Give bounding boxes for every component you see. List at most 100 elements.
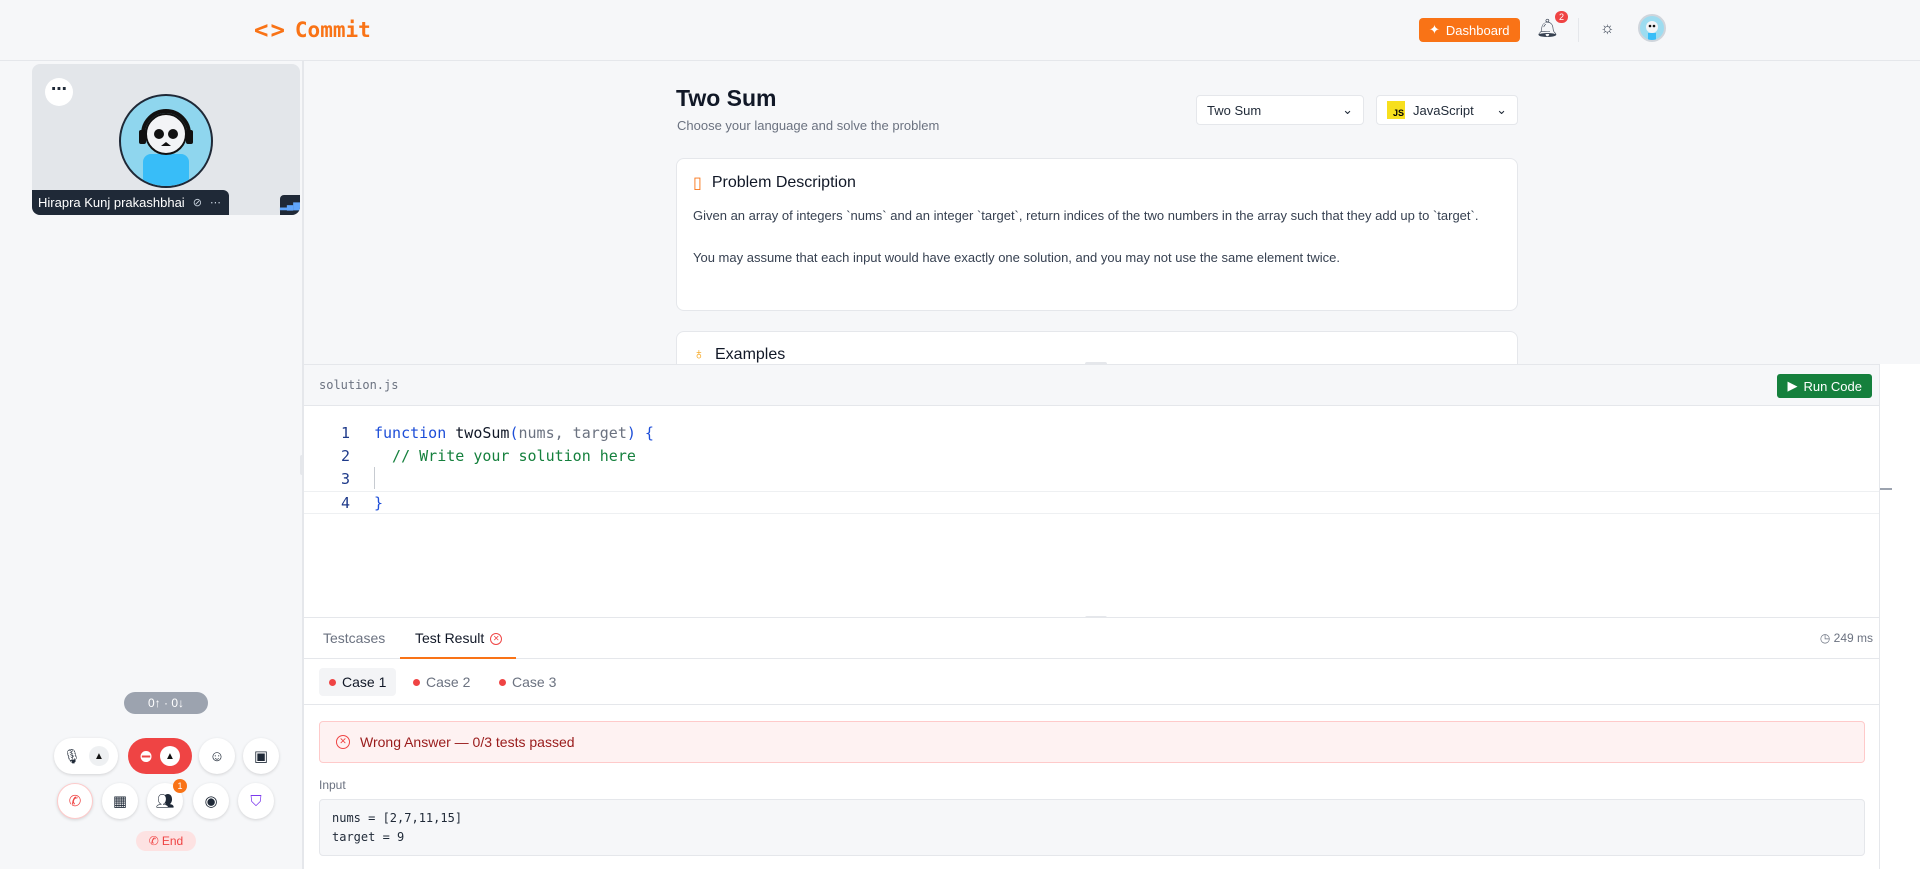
editor-scrollbar[interactable] [1879,364,1920,869]
more-icon[interactable]: ⋯ [210,196,221,209]
error-circle-icon: ✕ [490,633,503,646]
editor-toolbar: solution.js ▶ Run Code [304,364,1879,406]
security-button[interactable]: ⛉ [238,783,274,819]
code-line: 2 // Write your solution here [304,445,1879,468]
fail-dot-icon [413,678,420,686]
header-divider [1578,18,1579,42]
chevron-up-icon[interactable]: ▲ [159,746,180,766]
line-number: 3 [340,470,350,488]
chevron-up-icon[interactable]: ▲ [88,746,109,766]
problem-title: Two Sum [676,85,777,111]
error-circle-icon: ✕ [336,735,350,749]
scroll-marker [1880,488,1892,490]
fail-dot-icon [329,678,336,686]
camera-control[interactable]: ⛔︎ ▲ [128,738,192,774]
line-number: 4 [340,494,350,512]
participant-name: Hirapra Kunj prakashbhai [38,195,185,210]
leave-call-button[interactable]: ✆ [57,783,93,819]
chevron-down-icon: ⌄ [1342,102,1353,117]
notification-badge: 2 [1554,11,1568,23]
skull-headphones-icon [139,109,193,186]
examples-header: ♁ Examples [677,332,1517,364]
skull-avatar-icon [1646,21,1658,40]
filename: solution.js [319,378,399,392]
results-tabs: Testcases Test Result ✕ ◷ 249 ms [304,618,1879,659]
problem-select-value: Two Sum [1207,102,1262,118]
line-number: 1 [340,424,350,442]
input-value: nums = [2,7,11,15] target = 9 [319,799,1865,856]
screen-share-icon: ▣ [253,748,269,765]
tab-testcases[interactable]: Testcases [323,630,385,646]
video-off-icon: ⛔︎ [140,747,152,764]
layout-grid-icon: ▦ [112,793,128,810]
examples-heading: Examples [715,346,786,363]
case-tab-2[interactable]: Case 2 [403,668,480,696]
examples-card: ♁ Examples [676,331,1518,364]
timing: ◷ 249 ms [1820,631,1873,645]
code-text: } [374,494,384,512]
language-select[interactable]: JS JavaScript ⌄ [1376,95,1518,125]
participants-button[interactable]: 👥︎ 1 [147,779,187,819]
tab-test-result[interactable]: Test Result ✕ [415,630,503,646]
logo[interactable]: <> Commit [254,16,371,44]
shield-icon: ⛉ [250,792,262,810]
theme-toggle-sun-icon[interactable]: ☼ [1600,20,1615,38]
verdict-banner: ✕ Wrong Answer — 0/3 tests passed [319,721,1865,763]
record-button[interactable]: ◉ [193,783,229,819]
verdict-text: Wrong Answer — 0/3 tests passed [360,734,575,750]
end-label: End [161,834,184,848]
description-heading: Problem Description [711,174,856,191]
case-tab-3[interactable]: Case 3 [489,668,566,696]
tile-menu-button[interactable]: ⋯ [45,78,73,106]
smiley-icon: ☺ [209,747,225,765]
fail-dot-icon [499,678,506,686]
phone-off-icon: ✆ [148,834,159,848]
stats-text: 0↑ · 0↓ [147,696,184,710]
end-call-button[interactable]: ✆ End [136,831,196,851]
description-header: ▯ Problem Description [677,159,1517,193]
problem-description-card: ▯ Problem Description Given an array of … [676,158,1518,311]
clock-icon: ◷ [1819,631,1834,645]
screen-share-button[interactable]: ▣ [243,738,279,774]
case-label: Case 2 [426,674,471,690]
code-line: 3 [304,468,1879,491]
network-stats-pill: 0↑ · 0↓ [124,692,208,714]
code-brackets-icon: <> [254,16,287,44]
top-bar: <> Commit ✦ Dashboard 🔔︎ 2 ☼ [0,0,1920,61]
results-panel: Testcases Test Result ✕ ◷ 249 ms Case 1 C… [304,617,1879,869]
microphone-icon: 🎙︎ [63,747,81,764]
language-select-value: JavaScript [1413,102,1474,118]
users-icon: 👥︎ [155,793,175,810]
code-comment: // Write your solution here [374,447,636,465]
case-label: Case 3 [512,674,557,690]
lightbulb-icon: ♁ [693,346,705,363]
call-panel: ⋯ Hirapra Kunj prakashbhai ⊘ ⋯ ▂▄▆ 0↑ · … [0,61,303,869]
run-label: Run Code [1803,378,1862,394]
phone-icon: ✆ [68,793,82,810]
problem-area: Two Sum Choose your language and solve t… [304,61,1920,364]
problem-subtitle: Choose your language and solve the probl… [677,118,940,133]
chevron-down-icon: ⌄ [1496,102,1507,117]
play-icon: ▶ [1787,378,1798,393]
user-avatar[interactable] [1638,14,1666,42]
description-paragraph: Given an array of integers `nums` and an… [693,208,1479,223]
notifications-button[interactable]: 🔔︎ 2 [1536,11,1568,40]
dashboard-button[interactable]: ✦ Dashboard [1419,18,1520,42]
problem-select[interactable]: Two Sum ⌄ [1196,95,1364,125]
run-code-button[interactable]: ▶ Run Code [1777,374,1872,398]
microphone-control[interactable]: 🎙︎ ▲ [54,738,118,774]
layout-button[interactable]: ▦ [102,783,138,819]
code-line: 1 function twoSum(nums, target) { [304,422,1879,445]
bell-icon: 🔔︎ [1536,18,1559,38]
sparkle-icon: ✦ [1429,22,1440,37]
participant-video-tile[interactable]: ⋯ Hirapra Kunj prakashbhai ⊘ ⋯ ▂▄▆ [32,64,300,215]
logo-text: Commit [294,18,371,42]
tab-test-result-label: Test Result [415,630,485,646]
code-editor[interactable]: 1 function twoSum(nums, target) { 2 // W… [304,406,1879,617]
participant-name-bar: Hirapra Kunj prakashbhai ⊘ ⋯ [32,190,229,215]
line-number: 2 [340,447,350,465]
description-body: Given an array of integers `nums` and an… [677,193,1517,268]
javascript-icon: JS [1387,101,1405,119]
reactions-button[interactable]: ☺ [199,738,235,774]
case-tab-1[interactable]: Case 1 [319,668,397,696]
